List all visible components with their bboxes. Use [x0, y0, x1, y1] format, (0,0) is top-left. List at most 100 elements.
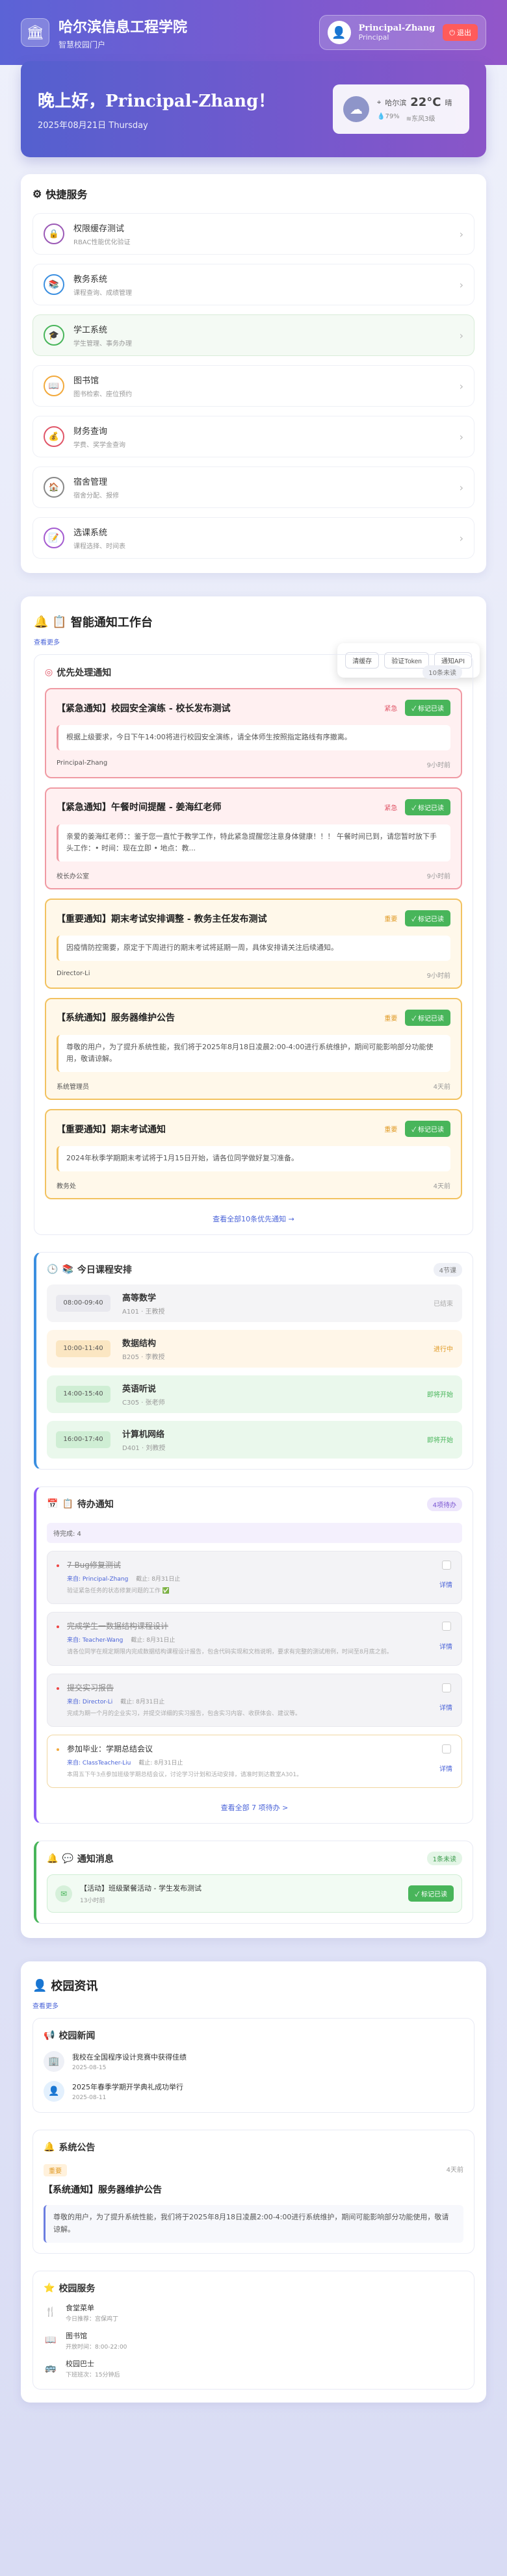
announce-tag: 重要 [44, 2164, 67, 2177]
news-title: 📢 校园新闻 [44, 2029, 463, 2042]
priority-notice[interactable]: 【重要通知】期末考试安排调整 - 教务主任发布测试 重要 ✓ 标记已读 因疫情防控需要… [45, 899, 462, 989]
quick-service-text: 宿舍管理 宿舍分配、报修 [73, 475, 119, 500]
priority-notice[interactable]: 【紧急通知】午餐时间提醒 - 姜海红老师 紧急 ✓ 标记已读 亲爱的姜海红老师：：鉴于… [45, 787, 462, 890]
mark-read-button[interactable]: ✓ 标记已读 [405, 798, 450, 815]
message-time: 13小时前 [80, 1898, 105, 1905]
quick-service-item[interactable]: 🔒 权限缓存测试 RBAC性能优化验证 › [32, 213, 474, 255]
service-name: 图书馆 [66, 2331, 87, 2340]
chevron-right-icon: › [459, 430, 463, 443]
announce-heading[interactable]: 【系统通知】服务器维护公告 [44, 2183, 463, 2196]
notice-title: 【重要通知】期末考试安排调整 - 教务主任发布测试 [57, 913, 267, 925]
mark-read-button[interactable]: ✓ 标记已读 [405, 1121, 450, 1138]
mark-read-button[interactable]: ✓ 标记已读 [408, 1885, 454, 1902]
todo-checkbox[interactable] [442, 1744, 451, 1753]
todo-checkbox[interactable] [442, 1560, 451, 1570]
todo-detail-link[interactable]: 详情 [439, 1702, 452, 1712]
mark-read-button[interactable]: ✓ 标记已读 [405, 910, 450, 927]
user-card[interactable]: 👤 Principal-Zhang Principal ⏻ 退出 [318, 15, 486, 50]
person-icon: 👤 [32, 1978, 47, 1993]
campus-news: 📢 校园新闻 🏢 我校在全国程序设计竞赛中获得佳绩 2025-08-15 👤 2… [32, 2018, 474, 2113]
quick-service-item[interactable]: 🎓 学工系统 学生管理、事务办理 › [32, 314, 474, 356]
course-status: 即将开始 [427, 1437, 453, 1445]
logout-button[interactable]: ⏻ 退出 [443, 24, 478, 41]
course-time: 10:00-11:40 [56, 1340, 110, 1357]
todo-detail-link[interactable]: 详情 [439, 1763, 452, 1773]
mark-read-button[interactable]: ✓ 标记已读 [405, 1009, 450, 1026]
todo-source: 来自: Principal-Zhang [67, 1575, 129, 1583]
books-icon: 📚 [62, 1264, 73, 1275]
check-icon: ✓ [411, 1127, 418, 1134]
campus-more-link[interactable]: 查看更多 [32, 2000, 474, 2010]
course-name: 计算机网络 [122, 1429, 165, 1440]
messages-title-text: 通知消息 [77, 1854, 114, 1865]
todo-item[interactable]: 提交实习报告 来自: Director-Li 截止: 8月31日止 完成为期一个月的企… [47, 1673, 462, 1727]
wind-icon: ≋东风3级 [406, 116, 436, 123]
todo-progress: 待完成: 4 [47, 1522, 462, 1543]
todo-checkbox[interactable] [442, 1683, 451, 1692]
quick-service-text: 权限缓存测试 RBAC性能优化验证 [73, 222, 130, 246]
notice-actions: 重要 ✓ 标记已读 [384, 910, 450, 927]
quick-service-desc: 课程查询、成绩管理 [73, 290, 132, 297]
news-item[interactable]: 👤 2025年春季学期开学典礼成功举行 2025-08-11 [44, 2081, 463, 2102]
quick-service-item[interactable]: 📚 教务系统 课程查询、成绩管理 › [32, 264, 474, 305]
todo-content: 提交实习报告 来自: Director-Li 截止: 8月31日止 完成为期一个月的企… [67, 1682, 301, 1718]
service-desc: 今日推荐：宫保鸡丁 [66, 2315, 119, 2323]
news-item[interactable]: 🏢 我校在全国程序设计竞赛中获得佳绩 2025-08-15 [44, 2051, 463, 2072]
course-item[interactable]: 10:00-11:40 数据结构 B205 · 李教授 进行中 [47, 1329, 462, 1368]
priority-notice[interactable]: 【系统通知】服务器维护公告 重要 ✓ 标记已读 尊敬的用户，为了提升系统性能，我们将于… [45, 997, 462, 1101]
quick-services: ⚙ 快捷服务 🔒 权限缓存测试 RBAC性能优化验证 › 📚 教务系统 课程查询、成绩管理 ›… [21, 174, 486, 678]
course-status: 已结束 [434, 1301, 453, 1308]
service-item[interactable]: 📖 图书馆 开放时间：8:00-22:00 [44, 2330, 463, 2351]
course-list: 08:00-09:40 高等数学 A101 · 王教授 已结束 10:00-11:40 数… [47, 1284, 462, 1459]
view-all-todos-link[interactable]: 查看全部 7 项待办 > [47, 1802, 462, 1813]
notice-title: 【紧急通知】校园安全演练 - 校长发布测试 [57, 703, 231, 714]
utensils-icon: 🍴 [45, 2307, 57, 2318]
quick-service-desc: RBAC性能优化验证 [73, 239, 131, 246]
priority-dot-icon [57, 1687, 59, 1690]
services-title-text: 校园服务 [58, 2283, 96, 2294]
notice-priority-tag: 重要 [384, 916, 398, 924]
course-item[interactable]: 08:00-09:40 高等数学 A101 · 王教授 已结束 [47, 1284, 462, 1322]
message-title: 【活动】班级聚餐活动 - 学生发布测试 [80, 1884, 202, 1893]
todo-item[interactable]: 完成学生一数据结构课程设计 来自: Teacher-Wang 截止: 8月31日止请… [47, 1612, 462, 1666]
services-list: 🍴 食堂菜单 今日推荐：宫保鸡丁 📖 图书馆 开放时间：8:00-22:00 🚌 校园巴士 下班… [44, 2302, 463, 2378]
check-icon: ✓ [411, 804, 418, 812]
message-item[interactable]: ✉ 【活动】班级聚餐活动 - 学生发布测试 13小时前 ✓ 标记已读 [47, 1874, 462, 1913]
logout-icon: ⏻ [449, 29, 457, 37]
course-info: 数据结构 B205 · 李教授 [122, 1336, 164, 1361]
brand[interactable]: 🏛 哈尔滨信息工程学院 智慧校园门户 [21, 16, 187, 50]
course-item[interactable]: 14:00-15:40 英语听说 C305 · 张老师 即将开始 [47, 1375, 462, 1413]
user-name: Principal-Zhang [358, 23, 436, 33]
quick-service-item[interactable]: 📝 选课系统 课程选择、时间表 › [32, 517, 474, 559]
weather-city: 哈尔滨 [385, 98, 407, 107]
service-item[interactable]: 🍴 食堂菜单 今日推荐：宫保鸡丁 [44, 2302, 463, 2323]
quick-service-item[interactable]: 🏠 宿舍管理 宿舍分配、报修 › [32, 466, 474, 508]
course-item[interactable]: 16:00-17:40 计算机网络 D401 · 刘教授 即将开始 [47, 1420, 462, 1459]
bell-icon: 🔔 [44, 2142, 55, 2153]
todo-checkbox[interactable] [442, 1622, 451, 1631]
quick-service-text: 教务系统 课程查询、成绩管理 [73, 272, 132, 297]
notice-actions: 紧急 ✓ 标记已读 [384, 798, 450, 815]
priority-notice[interactable]: 【重要通知】期末考试通知 重要 ✓ 标记已读 2024年秋季学期期末考试将于1月15日… [45, 1109, 462, 1199]
top-bar: 🏛 哈尔滨信息工程学院 智慧校园门户 👤 Principal-Zhang Pri… [0, 0, 507, 65]
edit-icon: 📝 [44, 528, 64, 548]
quick-service-item[interactable]: 💰 财务查询 学费、奖学金查询 › [32, 416, 474, 457]
todo-detail-link[interactable]: 详情 [439, 1579, 452, 1589]
mark-read-button[interactable]: ✓ 标记已读 [405, 700, 450, 716]
priority-notice[interactable]: 【紧急通知】校园安全演练 - 校长发布测试 紧急 ✓ 标记已读 根据上级要求，今日下午… [45, 688, 462, 778]
quick-service-item[interactable]: 📖 图书馆 图书检索、座位预约 › [32, 365, 474, 407]
course-info: 英语听说 C305 · 张老师 [122, 1382, 165, 1407]
quick-services-title: ⚙ 快捷服务 [32, 186, 474, 201]
news-item-date: 2025-08-15 [72, 2065, 107, 2072]
notice-body: 2024年秋季学期期末考试将于1月15日开始，请各位同学做好复习准备。 [57, 1146, 450, 1171]
course-time: 08:00-09:40 [56, 1294, 110, 1312]
announce-title: 🔔 系统公告 [44, 2141, 463, 2154]
todo-item[interactable]: 参加毕业：学期总结会议 来自: ClassTeacher-Liu 截止: 8月31日… [47, 1734, 462, 1789]
mark-read-label: 标记已读 [418, 804, 444, 812]
notice-author: 校长办公室 [57, 873, 89, 881]
view-all-priority-link[interactable]: 查看全部10条优先通知 → [45, 1214, 462, 1224]
todo-item[interactable]: 7 Bug修复测试 来自: Principal-Zhang 截止: 8月31日止 验证… [47, 1550, 462, 1605]
todo-notices: 📅 📋 待办通知 4项待办 待完成: 4 7 Bug修复测试 来自: Princi… [34, 1486, 473, 1824]
service-item[interactable]: 🚌 校园巴士 下班班次：15分钟后 [44, 2358, 463, 2378]
todo-detail-link[interactable]: 详情 [439, 1641, 452, 1651]
